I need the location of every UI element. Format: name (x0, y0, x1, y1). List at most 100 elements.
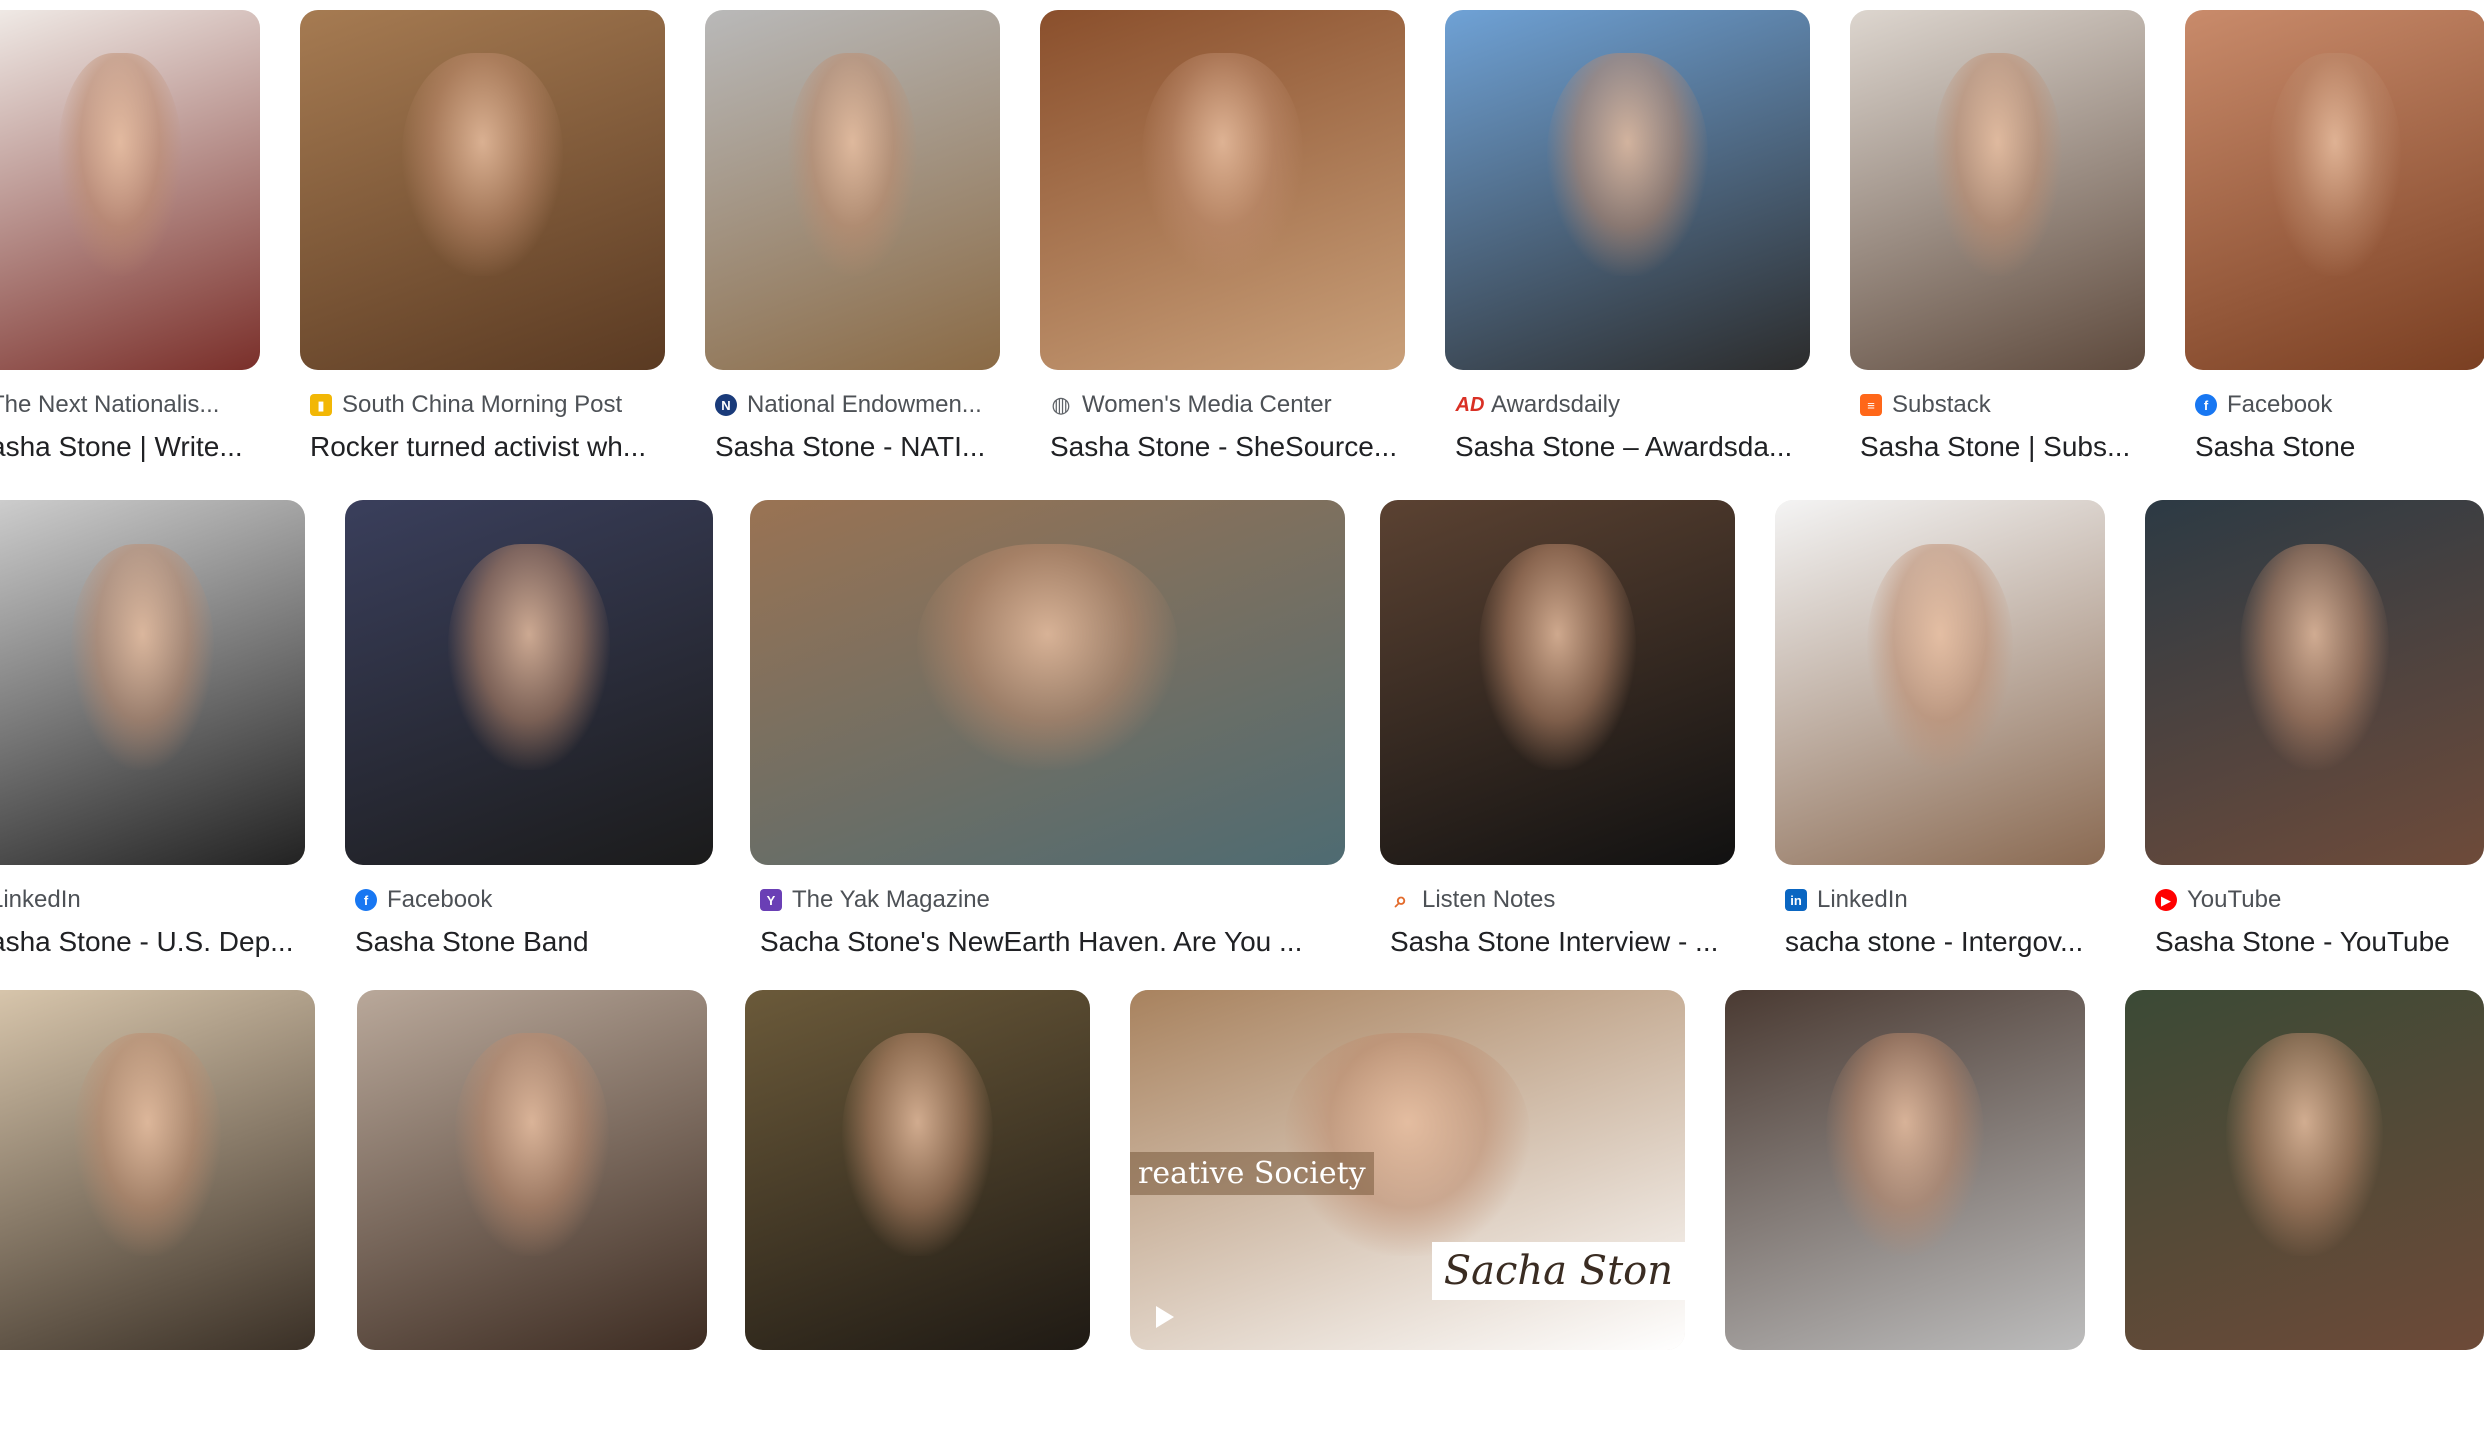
result-source-label: National Endowmen... (747, 391, 982, 418)
result-source[interactable]: LinkedIn (0, 885, 305, 915)
result-source[interactable]: ⌕ Listen Notes (1390, 885, 1735, 915)
result-source[interactable]: in LinkedIn (1785, 885, 2105, 915)
result-source-label: Facebook (387, 886, 493, 913)
subject-silhouette (1479, 543, 1636, 771)
image-result-card[interactable]: ≡ Substack Sasha Stone | Subs... (1850, 10, 2145, 470)
result-source-label: The Next Nationalis... (0, 391, 220, 418)
image-results-grid: The Next Nationalis... asha Stone | Write… (0, 0, 2484, 1350)
result-title[interactable]: Sacha Stone's NewEarth Haven. Are You ..… (760, 923, 1345, 961)
result-thumbnail[interactable] (345, 500, 713, 865)
subject-silhouette (71, 543, 214, 771)
result-thumbnail[interactable] (0, 500, 305, 865)
result-thumbnail[interactable] (1040, 10, 1405, 370)
result-thumbnail[interactable] (1725, 990, 2085, 1350)
ned-icon: N (715, 394, 737, 416)
result-thumbnail[interactable] (0, 990, 315, 1350)
result-thumbnail[interactable] (1850, 10, 2145, 370)
facebook-icon: f (355, 889, 377, 911)
image-result-card[interactable]: f Facebook Sasha Stone Band (345, 500, 713, 965)
image-result-card[interactable]: LinkedIn asha Stone - U.S. Dep... (0, 500, 305, 965)
result-source[interactable]: Y The Yak Magazine (760, 885, 1345, 915)
result-source[interactable]: ▮ South China Morning Post (310, 390, 665, 420)
result-source-label: YouTube (2187, 886, 2282, 913)
result-thumbnail[interactable] (357, 990, 707, 1350)
result-source-label: South China Morning Post (342, 391, 623, 418)
image-result-card[interactable]: reative Society Sacha Ston (1130, 990, 1685, 1450)
scmp-icon: ▮ (310, 394, 332, 416)
result-thumbnail[interactable] (300, 10, 665, 370)
result-title[interactable]: Sasha Stone - SheSource... (1050, 428, 1405, 466)
image-result-card[interactable]: AD Awardsdaily Sasha Stone – Awardsda... (1445, 10, 1810, 470)
result-thumbnail[interactable] (0, 10, 260, 370)
youtube-icon: ▶ (2155, 889, 2177, 911)
result-title[interactable]: Sasha Stone (2195, 428, 2484, 466)
subject-silhouette (73, 1033, 222, 1257)
result-source[interactable]: N National Endowmen... (715, 390, 1000, 420)
result-source[interactable]: f Facebook (2195, 390, 2484, 420)
image-result-card[interactable] (2125, 990, 2484, 1450)
result-thumbnail[interactable] (2185, 10, 2484, 370)
subject-silhouette (1867, 543, 2013, 771)
result-title[interactable]: sacha stone - Intergov... (1785, 923, 2105, 961)
result-source[interactable]: ◍ Women's Media Center (1050, 390, 1405, 420)
subject-silhouette (1547, 53, 1708, 277)
result-source[interactable]: ▶ YouTube (2155, 885, 2484, 915)
subject-silhouette (2239, 543, 2390, 771)
subject-silhouette (787, 53, 918, 277)
play-icon[interactable] (1156, 1306, 1174, 1328)
result-title[interactable]: asha Stone | Write... (0, 428, 260, 466)
image-result-card[interactable]: N National Endowmen... Sasha Stone - NATI.… (705, 10, 1000, 470)
subject-silhouette (1932, 53, 2063, 277)
result-thumbnail[interactable] (1775, 500, 2105, 865)
subject-silhouette (2225, 1033, 2384, 1257)
result-title[interactable]: Sasha Stone – Awardsda... (1455, 428, 1810, 466)
result-source[interactable]: AD Awardsdaily (1455, 390, 1810, 420)
awardsdaily-icon: AD (1455, 394, 1485, 416)
result-thumbnail[interactable] (705, 10, 1000, 370)
result-thumbnail[interactable] (750, 500, 1345, 865)
image-result-card[interactable]: ▶ YouTube Sasha Stone - YouTube (2145, 500, 2484, 965)
result-thumbnail[interactable] (2145, 500, 2484, 865)
result-source-label: The Yak Magazine (792, 886, 990, 913)
subject-silhouette (402, 53, 563, 277)
result-title[interactable]: Sasha Stone Band (355, 923, 713, 961)
result-source-label: Awardsdaily (1491, 391, 1620, 418)
result-source[interactable]: ≡ Substack (1860, 390, 2145, 420)
thumbnail-overlay-caption: Sacha Ston (1431, 1242, 1685, 1300)
image-result-card[interactable]: Y The Yak Magazine Sacha Stone's NewEarth … (750, 500, 1345, 965)
search-icon: ⌕ (1394, 887, 1408, 912)
result-title[interactable]: Rocker turned activist wh... (310, 428, 665, 466)
subject-silhouette (1825, 1033, 1985, 1257)
result-title[interactable]: asha Stone - U.S. Dep... (0, 923, 305, 961)
result-title[interactable]: Sasha Stone Interview - ... (1390, 923, 1735, 961)
image-result-card[interactable]: ⌕ Listen Notes Sasha Stone Interview - ... (1380, 500, 1735, 965)
thumbnail-overlay-text: reative Society (1130, 1152, 1374, 1195)
image-result-card[interactable]: f Facebook Sasha Stone (2185, 10, 2484, 470)
result-thumbnail[interactable]: reative Society Sacha Ston (1130, 990, 1685, 1350)
subject-silhouette (1142, 53, 1303, 277)
image-result-card[interactable]: ◍ Women's Media Center Sasha Stone - SheSo… (1040, 10, 1405, 470)
result-source[interactable]: The Next Nationalis... (0, 390, 260, 420)
subject-silhouette (841, 1033, 994, 1257)
image-result-card[interactable]: The Next Nationalis... asha Stone | Write… (0, 10, 260, 470)
yak-icon: Y (760, 889, 782, 911)
result-title[interactable]: Sasha Stone - YouTube (2155, 923, 2484, 961)
result-thumbnail[interactable] (745, 990, 1090, 1350)
image-result-card[interactable] (0, 990, 315, 1450)
image-result-card[interactable]: ▮ South China Morning Post Rocker turned a… (300, 10, 665, 470)
result-thumbnail[interactable] (1445, 10, 1810, 370)
result-source-label: LinkedIn (0, 886, 81, 913)
image-result-card[interactable] (745, 990, 1090, 1450)
result-source-label: Substack (1892, 391, 1991, 418)
subject-silhouette (455, 1033, 609, 1257)
image-result-card[interactable]: in LinkedIn sacha stone - Intergov... (1775, 500, 2105, 965)
substack-icon: ≡ (1860, 394, 1882, 416)
result-title[interactable]: Sasha Stone | Subs... (1860, 428, 2145, 466)
result-title[interactable]: Sasha Stone - NATI... (715, 428, 1000, 466)
globe-icon: ◍ (1051, 392, 1071, 417)
result-thumbnail[interactable] (2125, 990, 2484, 1350)
image-result-card[interactable] (1725, 990, 2085, 1450)
result-source[interactable]: f Facebook (355, 885, 713, 915)
image-result-card[interactable] (357, 990, 707, 1450)
result-thumbnail[interactable] (1380, 500, 1735, 865)
